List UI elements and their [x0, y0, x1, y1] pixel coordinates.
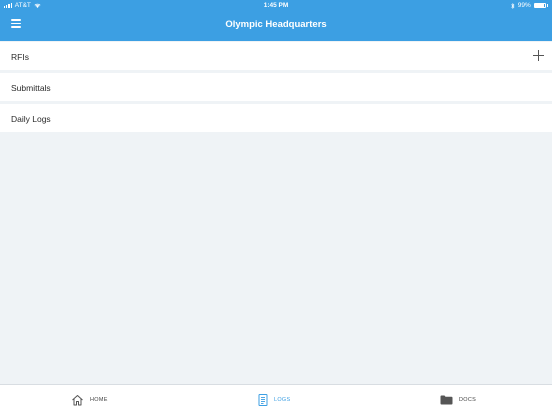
log-type-list: RFIs Submittals Daily Logs [0, 41, 552, 132]
bluetooth-icon [511, 2, 515, 9]
tab-logs[interactable]: LOGS [258, 393, 290, 407]
document-icon [258, 394, 268, 406]
battery-percent: 99% [517, 2, 531, 9]
page-title: Olympic Headquarters [225, 19, 327, 30]
status-time: 1:45 PM [263, 2, 289, 9]
list-item-submittals[interactable]: Submittals [0, 73, 552, 101]
tab-logs-label: LOGS [274, 397, 291, 403]
tab-docs[interactable]: DOCS [440, 393, 476, 407]
app-header: AT&T 1:45 PM 99% Olympic Headquarters [0, 0, 552, 41]
tab-bar: HOME LOGS DOCS [0, 384, 552, 414]
list-item-label: Daily Logs [11, 114, 51, 124]
plus-icon[interactable] [533, 50, 544, 61]
status-bar: AT&T 1:45 PM 99% [0, 0, 552, 11]
home-icon [72, 395, 83, 406]
battery-icon [533, 2, 546, 9]
status-right: 99% [511, 2, 548, 9]
tab-docs-label: DOCS [459, 397, 477, 403]
list-item-label: Submittals [11, 83, 51, 93]
list-item-rfis[interactable]: RFIs [0, 42, 552, 70]
list-item-label: RFIs [11, 52, 29, 62]
tab-home-label: HOME [90, 397, 108, 403]
folder-icon [440, 395, 453, 405]
battery-tip [546, 4, 548, 7]
list-item-daily-logs[interactable]: Daily Logs [0, 104, 552, 132]
tab-home[interactable]: HOME [71, 393, 108, 407]
